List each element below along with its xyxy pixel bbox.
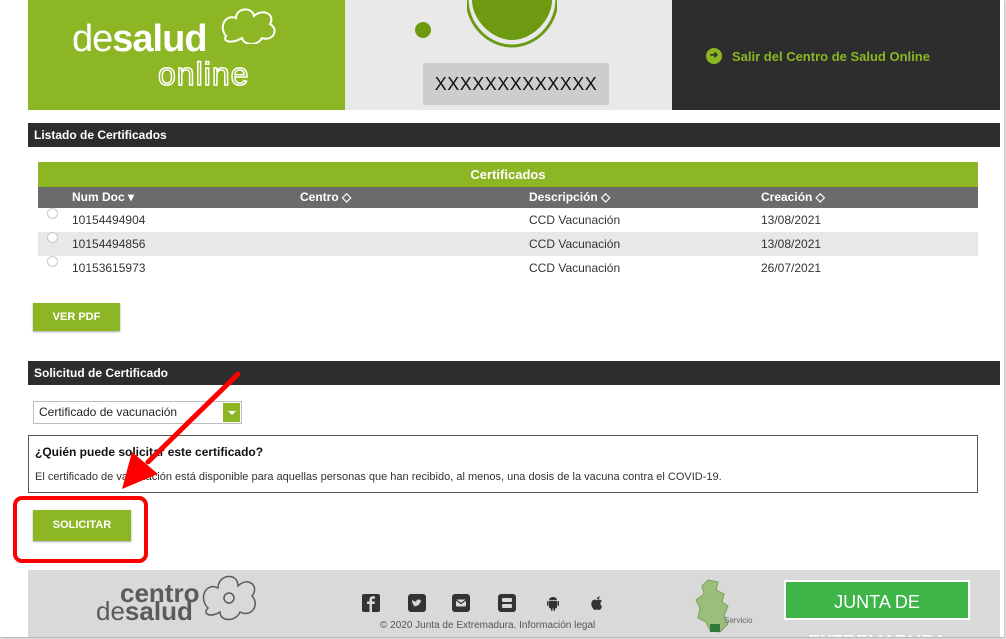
user-avatar-icon xyxy=(467,0,557,48)
status-dot-icon xyxy=(415,22,431,38)
table-row[interactable]: 10153615973 CCD Vacunación 26/07/2021 xyxy=(38,256,978,280)
screenshot-frame: desalud online XXXXXXXXXXXXX ➜ Salir del… xyxy=(0,0,1005,638)
exit-label: Salir del Centro de Salud Online xyxy=(732,48,930,64)
column-header-centro[interactable]: Centro ◇ xyxy=(300,187,351,208)
copyright-text[interactable]: © 2020 Junta de Extremadura. Información… xyxy=(380,620,595,631)
table-row[interactable]: 10154494904 CCD Vacunación 13/08/2021 xyxy=(38,208,978,232)
header-actions: ➜ Salir del Centro de Salud Online xyxy=(672,0,1000,110)
info-question: ¿Quién puede solicitar este certificado? xyxy=(35,445,264,459)
certificate-info-box: ¿Quién puede solicitar este certificado?… xyxy=(28,435,978,493)
cell-creacion: 13/08/2021 xyxy=(761,213,822,227)
row-radio[interactable] xyxy=(47,232,58,243)
chevron-down-icon[interactable] xyxy=(223,403,240,422)
cell-descripcion: CCD Vacunación xyxy=(529,261,621,275)
annotation-highlight-box xyxy=(13,496,148,563)
mail-icon[interactable] xyxy=(452,594,470,612)
android-icon[interactable] xyxy=(544,594,562,612)
cell-num-doc: 10154494904 xyxy=(72,213,146,227)
column-header-descripcion[interactable]: Descripción ◇ xyxy=(529,187,610,208)
footer-logo-line-2: desalud xyxy=(96,596,193,626)
solicitud-section-header: Solicitud de Certificado xyxy=(28,361,1000,385)
junta-extremadura-logo[interactable]: JUNTA DE EXTREMADURA xyxy=(784,580,970,637)
cell-creacion: 13/08/2021 xyxy=(761,237,822,251)
user-name: XXXXXXXXXXXXX xyxy=(423,63,609,105)
select-value: Certificado de vacunación xyxy=(39,405,178,419)
twitter-icon[interactable] xyxy=(408,594,426,612)
row-radio[interactable] xyxy=(47,256,58,267)
site-logo[interactable]: desalud online xyxy=(28,0,345,110)
column-header-num-doc[interactable]: Num Doc ▾ xyxy=(72,187,134,208)
page: desalud online XXXXXXXXXXXXX ➜ Salir del… xyxy=(28,0,1000,637)
cell-num-doc: 10154494856 xyxy=(72,237,146,251)
table-caption: Certificados xyxy=(38,162,978,187)
youtube-icon[interactable] xyxy=(498,594,516,612)
servicio-label: Servicio xyxy=(724,616,753,625)
flower-logo-icon xyxy=(202,575,256,621)
certificates-table: Certificados Num Doc ▾ Centro ◇ Descripc… xyxy=(38,162,978,280)
certificate-type-select[interactable]: Certificado de vacunación xyxy=(33,401,242,424)
site-footer: centro desalud © 2020 Junta de Extremadu… xyxy=(28,570,1000,637)
table-row[interactable]: 10154494856 CCD Vacunación 13/08/2021 xyxy=(38,232,978,256)
cell-descripcion: CCD Vacunación xyxy=(529,237,621,251)
apple-icon[interactable] xyxy=(588,594,606,612)
column-header-creacion[interactable]: Creación ◇ xyxy=(761,187,825,208)
facebook-icon[interactable] xyxy=(362,594,380,612)
cell-descripcion: CCD Vacunación xyxy=(529,213,621,227)
user-panel: XXXXXXXXXXXXX xyxy=(345,0,672,110)
exit-link[interactable]: ➜ Salir del Centro de Salud Online xyxy=(706,48,930,64)
flower-logo-icon xyxy=(221,8,276,44)
cell-num-doc: 10153615973 xyxy=(72,261,146,275)
cell-creacion: 26/07/2021 xyxy=(761,261,822,275)
table-header-row: Num Doc ▾ Centro ◇ Descripción ◇ Creació… xyxy=(38,187,978,208)
extremadura-map-icon xyxy=(695,579,729,633)
info-description: El certificado de vacunación está dispon… xyxy=(35,471,722,483)
row-radio[interactable] xyxy=(47,208,58,219)
logo-line-1: desalud xyxy=(72,18,208,60)
ver-pdf-button[interactable]: VER PDF xyxy=(33,303,120,331)
arrow-right-circle-icon: ➜ xyxy=(706,48,722,64)
listado-section-header: Listado de Certificados xyxy=(28,123,1000,147)
logo-line-2: online xyxy=(157,55,250,93)
